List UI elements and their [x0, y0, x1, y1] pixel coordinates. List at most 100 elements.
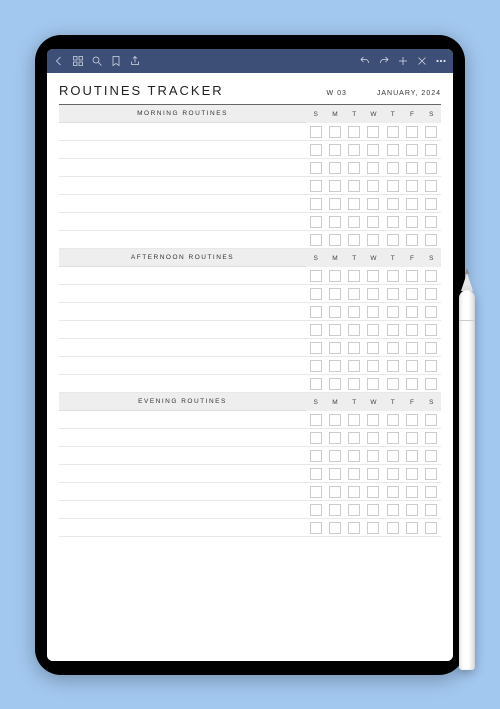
routine-label-cell[interactable] [59, 159, 306, 176]
checkbox[interactable] [367, 414, 379, 426]
checkbox[interactable] [425, 342, 437, 354]
checkbox[interactable] [329, 126, 341, 138]
routine-label-cell[interactable] [59, 141, 306, 158]
checkbox[interactable] [387, 468, 399, 480]
close-icon[interactable] [416, 55, 428, 67]
routine-label-cell[interactable] [59, 501, 306, 518]
checkbox[interactable] [329, 504, 341, 516]
checkbox[interactable] [329, 324, 341, 336]
routine-label-cell[interactable] [59, 339, 306, 356]
checkbox[interactable] [329, 162, 341, 174]
checkbox[interactable] [329, 288, 341, 300]
checkbox[interactable] [425, 144, 437, 156]
checkbox[interactable] [348, 522, 360, 534]
undo-icon[interactable] [359, 55, 371, 67]
checkbox[interactable] [329, 414, 341, 426]
checkbox[interactable] [367, 468, 379, 480]
checkbox[interactable] [387, 450, 399, 462]
checkbox[interactable] [348, 180, 360, 192]
routine-label-cell[interactable] [59, 285, 306, 302]
checkbox[interactable] [367, 198, 379, 210]
checkbox[interactable] [425, 360, 437, 372]
checkbox[interactable] [310, 324, 322, 336]
checkbox[interactable] [387, 324, 399, 336]
checkbox[interactable] [387, 198, 399, 210]
routine-label-cell[interactable] [59, 177, 306, 194]
checkbox[interactable] [329, 450, 341, 462]
checkbox[interactable] [329, 306, 341, 318]
share-icon[interactable] [129, 55, 141, 67]
checkbox[interactable] [348, 432, 360, 444]
checkbox[interactable] [406, 198, 418, 210]
checkbox[interactable] [348, 450, 360, 462]
checkbox[interactable] [367, 522, 379, 534]
checkbox[interactable] [348, 162, 360, 174]
checkbox[interactable] [367, 342, 379, 354]
checkbox[interactable] [387, 288, 399, 300]
checkbox[interactable] [406, 504, 418, 516]
checkbox[interactable] [406, 450, 418, 462]
routine-label-cell[interactable] [59, 267, 306, 284]
checkbox[interactable] [425, 450, 437, 462]
checkbox[interactable] [406, 144, 418, 156]
checkbox[interactable] [406, 162, 418, 174]
checkbox[interactable] [406, 216, 418, 228]
checkbox[interactable] [329, 270, 341, 282]
checkbox[interactable] [406, 432, 418, 444]
checkbox[interactable] [329, 216, 341, 228]
checkbox[interactable] [425, 180, 437, 192]
checkbox[interactable] [387, 360, 399, 372]
checkbox[interactable] [387, 162, 399, 174]
checkbox[interactable] [329, 522, 341, 534]
checkbox[interactable] [329, 144, 341, 156]
routine-label-cell[interactable] [59, 357, 306, 374]
checkbox[interactable] [310, 450, 322, 462]
checkbox[interactable] [387, 234, 399, 246]
checkbox[interactable] [310, 486, 322, 498]
checkbox[interactable] [329, 360, 341, 372]
checkbox[interactable] [310, 180, 322, 192]
checkbox[interactable] [406, 180, 418, 192]
checkbox[interactable] [387, 486, 399, 498]
checkbox[interactable] [348, 360, 360, 372]
checkbox[interactable] [406, 414, 418, 426]
checkbox[interactable] [425, 522, 437, 534]
checkbox[interactable] [406, 126, 418, 138]
search-icon[interactable] [91, 55, 103, 67]
checkbox[interactable] [329, 234, 341, 246]
routine-label-cell[interactable] [59, 321, 306, 338]
checkbox[interactable] [329, 342, 341, 354]
checkbox[interactable] [348, 234, 360, 246]
checkbox[interactable] [348, 126, 360, 138]
checkbox[interactable] [387, 270, 399, 282]
checkbox[interactable] [329, 180, 341, 192]
checkbox[interactable] [310, 504, 322, 516]
checkbox[interactable] [348, 270, 360, 282]
routine-label-cell[interactable] [59, 411, 306, 428]
checkbox[interactable] [348, 468, 360, 480]
checkbox[interactable] [329, 432, 341, 444]
checkbox[interactable] [310, 198, 322, 210]
checkbox[interactable] [367, 216, 379, 228]
routine-label-cell[interactable] [59, 519, 306, 536]
checkbox[interactable] [387, 342, 399, 354]
checkbox[interactable] [387, 216, 399, 228]
redo-icon[interactable] [378, 55, 390, 67]
checkbox[interactable] [425, 486, 437, 498]
checkbox[interactable] [425, 126, 437, 138]
checkbox[interactable] [367, 378, 379, 390]
routine-label-cell[interactable] [59, 231, 306, 248]
checkbox[interactable] [367, 144, 379, 156]
checkbox[interactable] [387, 414, 399, 426]
grid-icon[interactable] [72, 55, 84, 67]
checkbox[interactable] [406, 468, 418, 480]
checkbox[interactable] [406, 342, 418, 354]
checkbox[interactable] [425, 468, 437, 480]
checkbox[interactable] [348, 216, 360, 228]
checkbox[interactable] [367, 450, 379, 462]
routine-label-cell[interactable] [59, 447, 306, 464]
checkbox[interactable] [348, 378, 360, 390]
checkbox[interactable] [348, 342, 360, 354]
checkbox[interactable] [348, 288, 360, 300]
checkbox[interactable] [387, 504, 399, 516]
